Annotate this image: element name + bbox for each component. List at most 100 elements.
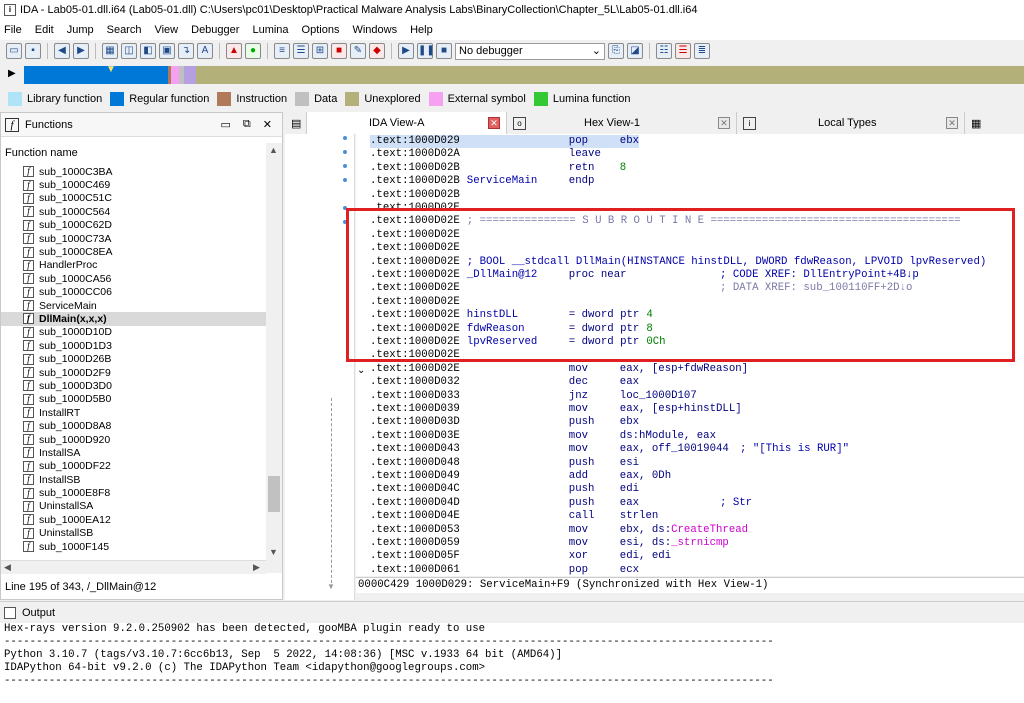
function-list-item[interactable]: f sub_1000F145 <box>1 540 266 553</box>
function-list-item[interactable]: f sub_1000D26B <box>1 352 266 365</box>
disassembly-line[interactable]: .text:1000D029 pop ebx <box>370 135 640 148</box>
menu-help[interactable]: Help <box>410 24 433 36</box>
options-list-icon[interactable]: ≣ <box>694 43 710 59</box>
import-name[interactable]: CreateThread <box>671 524 748 536</box>
lumina-icon[interactable]: ● <box>245 43 261 59</box>
strings-icon[interactable]: ≡ <box>274 43 290 59</box>
operand[interactable]: ebx <box>620 416 639 428</box>
forward-arrow-icon[interactable]: ▶ <box>73 43 89 59</box>
menu-search[interactable]: Search <box>107 24 142 36</box>
operand[interactable]: loc_1000D107 <box>620 390 697 402</box>
scroll-down-icon[interactable]: ▼ <box>269 547 278 557</box>
function-list-item[interactable]: f sub_1000CC06 <box>1 286 266 299</box>
tracing-icon[interactable]: ☰ <box>675 43 691 59</box>
function-list-item[interactable]: f InstallSA <box>1 446 266 459</box>
function-list-item[interactable]: f sub_1000D3D0 <box>1 379 266 392</box>
graph-icon[interactable]: ◫ <box>121 43 137 59</box>
function-list-item[interactable]: f InstallSB <box>1 473 266 486</box>
disassembly-line[interactable]: .text:1000D053 mov ebx, ds:CreateThread <box>370 524 748 537</box>
disassembly-line[interactable]: .text:1000D033 jnz loc_1000D107 <box>370 390 697 403</box>
back-arrow-icon[interactable]: ◀ <box>54 43 70 59</box>
function-list-item[interactable]: f sub_1000C73A <box>1 232 266 245</box>
function-list-item[interactable]: f sub_1000D920 <box>1 433 266 446</box>
text-view-icon[interactable]: A <box>197 43 213 59</box>
disassembly-line[interactable]: .text:1000D059 mov esi, ds:_strnicmp <box>370 537 729 550</box>
function-list-item[interactable]: f sub_1000D5B0 <box>1 393 266 406</box>
operand[interactable]: strlen <box>620 510 658 522</box>
tab-pin[interactable]: ▤ <box>285 112 307 134</box>
operand[interactable]: edi, edi <box>620 550 671 562</box>
diamond-icon[interactable]: ◆ <box>369 43 385 59</box>
jump-icon[interactable]: ↴ <box>178 43 194 59</box>
navigation-band[interactable]: ▶ ▼ <box>0 62 1024 88</box>
nav-band-external-symbol[interactable] <box>171 66 179 84</box>
operand[interactable]: eax, 0Dh <box>620 470 671 482</box>
function-list-item[interactable]: f HandlerProc <box>1 259 266 272</box>
disassembly-line[interactable]: .text:1000D043 mov eax, off_10019044 ; "[Th… <box>370 443 849 456</box>
code-gutter[interactable]: ▼ <box>285 134 355 600</box>
scrollbar-thumb[interactable] <box>268 476 280 512</box>
scroll-up-icon[interactable]: ▲ <box>269 145 278 155</box>
function-list-item[interactable]: f sub_1000C8EA <box>1 245 266 258</box>
create-function-icon[interactable]: ▦ <box>102 43 118 59</box>
operand[interactable]: 8 <box>620 162 626 174</box>
function-list-item[interactable]: f UninstallSA <box>1 500 266 513</box>
function-list-item[interactable]: f sub_1000C3BA <box>1 165 266 178</box>
function-list-item[interactable]: f sub_1000DF22 <box>1 460 266 473</box>
operand[interactable]: ebx <box>620 135 639 147</box>
maximize-icon[interactable]: ▭ <box>221 118 231 131</box>
collapse-chevron-icon[interactable]: ⌄ <box>357 365 365 376</box>
disassembly-line[interactable]: .text:1000D02B ServiceMain endp <box>370 175 620 188</box>
menu-debugger[interactable]: Debugger <box>191 24 239 36</box>
disassembly-line[interactable]: .text:1000D032 dec eax <box>370 376 639 389</box>
menu-edit[interactable]: Edit <box>35 24 54 36</box>
functions-horizontal-scrollbar[interactable]: ◀ ▶ <box>1 560 266 574</box>
nav-band-data[interactable] <box>184 66 196 84</box>
function-list-item[interactable]: f UninstallSB <box>1 527 266 540</box>
segment-icon[interactable]: ▣ <box>159 43 175 59</box>
nav-band-regular-function[interactable] <box>24 66 168 84</box>
menu-file[interactable]: File <box>4 24 22 36</box>
function-list[interactable]: f sub_1000C3BA f sub_1000C469 f sub_1000C51C f… <box>1 165 266 573</box>
function-list-item[interactable]: f sub_1000C469 <box>1 178 266 191</box>
flow-chart-icon[interactable]: ▲ <box>226 43 242 59</box>
operand[interactable]: eax <box>620 497 639 509</box>
disassembly-line[interactable]: .text:1000D048 push esi <box>370 457 639 470</box>
tab-hex-view-1[interactable]: o Hex View-1 ✕ <box>507 112 737 134</box>
function-list-item[interactable]: f sub_1000CA56 <box>1 272 266 285</box>
operand[interactable]: edi <box>620 483 639 495</box>
operand[interactable]: ds:hModule, eax <box>620 430 716 442</box>
names-icon[interactable]: ☰ <box>293 43 309 59</box>
function-list-item[interactable]: f sub_1000C62D <box>1 219 266 232</box>
close-icon[interactable]: ✕ <box>263 118 272 131</box>
scroll-left-icon[interactable]: ◀ <box>4 562 11 573</box>
function-list-item[interactable]: f sub_1000D8A8 <box>1 419 266 432</box>
nav-band-unexplored[interactable] <box>196 66 1024 84</box>
menu-options[interactable]: Options <box>302 24 340 36</box>
breakpoint-icon[interactable]: ■ <box>331 43 347 59</box>
save-icon[interactable]: ▪ <box>25 43 41 59</box>
disassembly-line[interactable]: .text:1000D04C push edi <box>370 483 639 496</box>
disassembly-line[interactable]: .text:1000D02B <box>370 189 620 202</box>
menu-windows[interactable]: Windows <box>352 24 397 36</box>
functions-vertical-scrollbar[interactable]: ▲ ▼ <box>266 143 282 573</box>
stop-icon[interactable]: ■ <box>436 43 452 59</box>
disassembly-line[interactable]: .text:1000D02B retn 8 <box>370 162 626 175</box>
close-icon[interactable]: ✕ <box>946 117 958 129</box>
scroll-right-icon[interactable]: ▶ <box>253 562 260 573</box>
menu-view[interactable]: View <box>154 24 178 36</box>
line-label[interactable]: ServiceMain <box>467 175 569 188</box>
disassembly-line[interactable]: .text:1000D061 pop ecx <box>370 564 639 576</box>
operand[interactable]: eax, [esp+hinstDLL] <box>620 403 742 415</box>
function-list-item[interactable]: f DllMain(x,x,x) <box>1 312 266 326</box>
function-list-item[interactable]: f sub_1000D2F9 <box>1 366 266 379</box>
function-list-item[interactable]: f sub_1000D10D <box>1 326 266 339</box>
structure-icon[interactable]: ◧ <box>140 43 156 59</box>
function-list-item[interactable]: f sub_1000C564 <box>1 205 266 218</box>
run-icon[interactable]: ▶ <box>398 43 414 59</box>
function-list-item[interactable]: f sub_1000EA12 <box>1 513 266 526</box>
function-list-item[interactable]: f InstallRT <box>1 406 266 419</box>
attach-icon[interactable]: ⎘ <box>608 43 624 59</box>
debugger-select[interactable]: No debugger ⌄ <box>455 42 605 60</box>
tab-ida-view-a[interactable]: IDA View-A ✕ <box>307 112 507 134</box>
